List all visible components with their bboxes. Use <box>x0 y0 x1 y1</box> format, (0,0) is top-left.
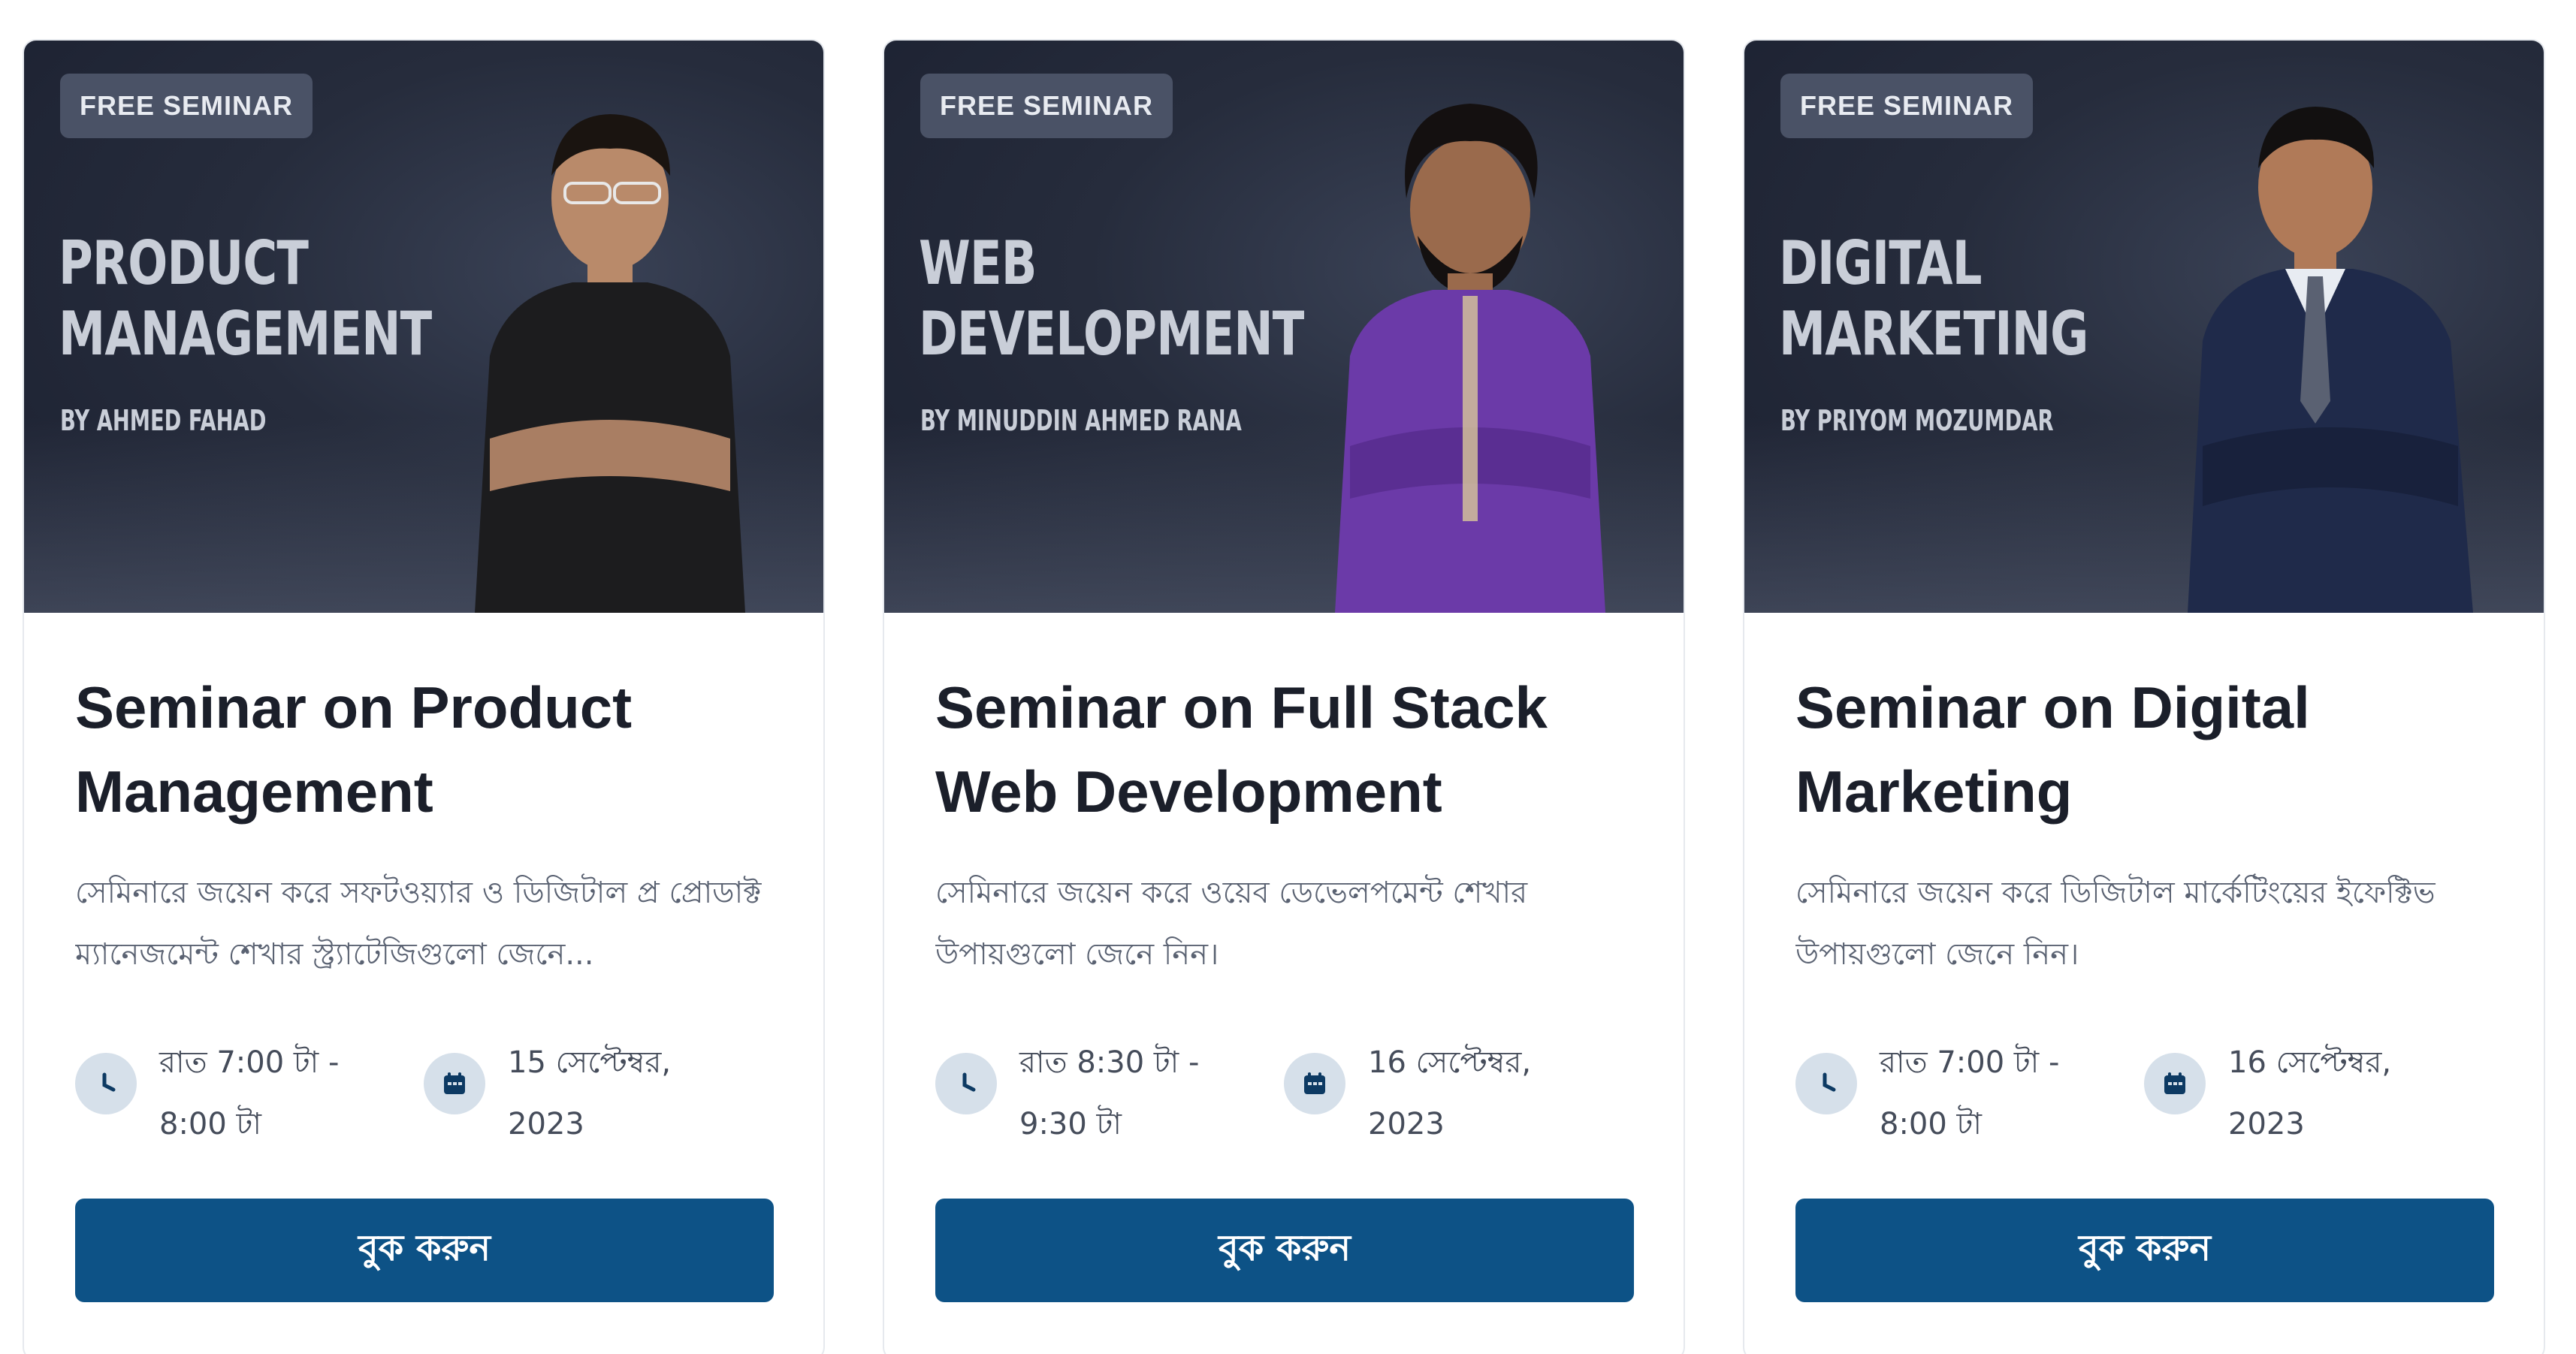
time-info: রাত 8:30 টা - 9:30 টা <box>935 1032 1284 1159</box>
book-button[interactable]: বুক করুন <box>75 1199 774 1302</box>
clock-icon <box>75 1053 137 1114</box>
seminar-banner[interactable]: FREE SEMINAR DIGITAL MARKETING BY PRIYOM… <box>1744 41 2544 613</box>
seminar-time: রাত 8:30 টা - 9:30 টা <box>1019 1045 1200 1141</box>
free-seminar-badge: FREE SEMINAR <box>1780 74 2034 138</box>
seminar-card-grid: FREE SEMINAR PRODUCT MANAGEMENT BY AHMED… <box>0 0 2576 1354</box>
seminar-title[interactable]: Seminar on Product Management <box>75 665 772 834</box>
banner-instructor: BY AHMED FAHAD <box>60 404 267 437</box>
seminar-banner[interactable]: FREE SEMINAR WEB DEVELOPMENT BY MINUDDIN… <box>884 41 1684 613</box>
seminar-meta: রাত 8:30 টা - 9:30 টা 16 সেপ্টেম্বর, 202… <box>935 1032 1632 1159</box>
date-info: 16 সেপ্টেম্বর, 2023 <box>1284 1032 1632 1159</box>
seminar-meta: রাত 7:00 টা - 8:00 টা 16 সেপ্টেম্বর, 202… <box>1795 1032 2493 1159</box>
banner-title: DIGITAL MARKETING <box>1779 228 2088 369</box>
calendar-icon <box>2144 1053 2206 1114</box>
card-body: Seminar on Full Stack Web Development সে… <box>884 665 1684 1302</box>
instructor-photo <box>1335 104 1605 613</box>
seminar-description: সেমিনারে জয়েন করে ওয়েব ডেভেলপমেন্ট শেখ… <box>935 876 1528 972</box>
free-seminar-badge: FREE SEMINAR <box>920 74 1173 138</box>
seminar-title[interactable]: Seminar on Digital Marketing <box>1795 665 2493 834</box>
seminar-time: রাত 7:00 টা - 8:00 টা <box>1880 1045 2060 1141</box>
seminar-card[interactable]: FREE SEMINAR PRODUCT MANAGEMENT BY AHMED… <box>23 39 825 1354</box>
book-button[interactable]: বুক করুন <box>1795 1199 2494 1302</box>
seminar-description: সেমিনারে জয়েন করে ডিজিটাল মার্কেটিংয়ের… <box>1795 876 2436 972</box>
seminar-card[interactable]: FREE SEMINAR WEB DEVELOPMENT BY MINUDDIN… <box>883 39 1685 1354</box>
date-info: 15 সেপ্টেম্বর, 2023 <box>424 1032 772 1159</box>
book-button[interactable]: বুক করুন <box>935 1199 1634 1302</box>
banner-instructor: BY MINUDDIN AHMED RANA <box>920 404 1242 437</box>
seminar-date: 16 সেপ্টেম্বর, 2023 <box>1368 1045 1532 1141</box>
time-info: রাত 7:00 টা - 8:00 টা <box>1795 1032 2144 1159</box>
seminar-meta: রাত 7:00 টা - 8:00 টা 15 সেপ্টেম্বর, 202… <box>75 1032 772 1159</box>
clock-icon <box>935 1053 997 1114</box>
free-seminar-badge: FREE SEMINAR <box>60 74 313 138</box>
seminar-card[interactable]: FREE SEMINAR DIGITAL MARKETING BY PRIYOM… <box>1743 39 2545 1354</box>
seminar-date: 16 সেপ্টেম্বর, 2023 <box>2228 1045 2392 1141</box>
calendar-icon <box>1284 1053 1345 1114</box>
calendar-icon <box>424 1053 485 1114</box>
seminar-time: রাত 7:00 টা - 8:00 টা <box>159 1045 340 1141</box>
instructor-photo <box>2188 107 2473 613</box>
date-info: 16 সেপ্টেম্বর, 2023 <box>2144 1032 2493 1159</box>
card-body: Seminar on Digital Marketing সেমিনারে জয… <box>1744 665 2544 1302</box>
banner-title: PRODUCT MANAGEMENT <box>59 228 432 369</box>
time-info: রাত 7:00 টা - 8:00 টা <box>75 1032 424 1159</box>
seminar-banner[interactable]: FREE SEMINAR PRODUCT MANAGEMENT BY AHMED… <box>24 41 823 613</box>
banner-instructor: BY PRIYOM MOZUMDAR <box>1780 404 2054 437</box>
clock-icon <box>1795 1053 1857 1114</box>
seminar-date: 15 সেপ্টেম্বর, 2023 <box>508 1045 672 1141</box>
card-body: Seminar on Product Management সেমিনারে জ… <box>24 665 823 1302</box>
instructor-photo <box>475 114 745 613</box>
seminar-description: সেমিনারে জয়েন করে সফটওয়্যার ও ডিজিটাল … <box>75 876 762 972</box>
seminar-title[interactable]: Seminar on Full Stack Web Development <box>935 665 1632 834</box>
banner-title: WEB DEVELOPMENT <box>919 228 1304 369</box>
